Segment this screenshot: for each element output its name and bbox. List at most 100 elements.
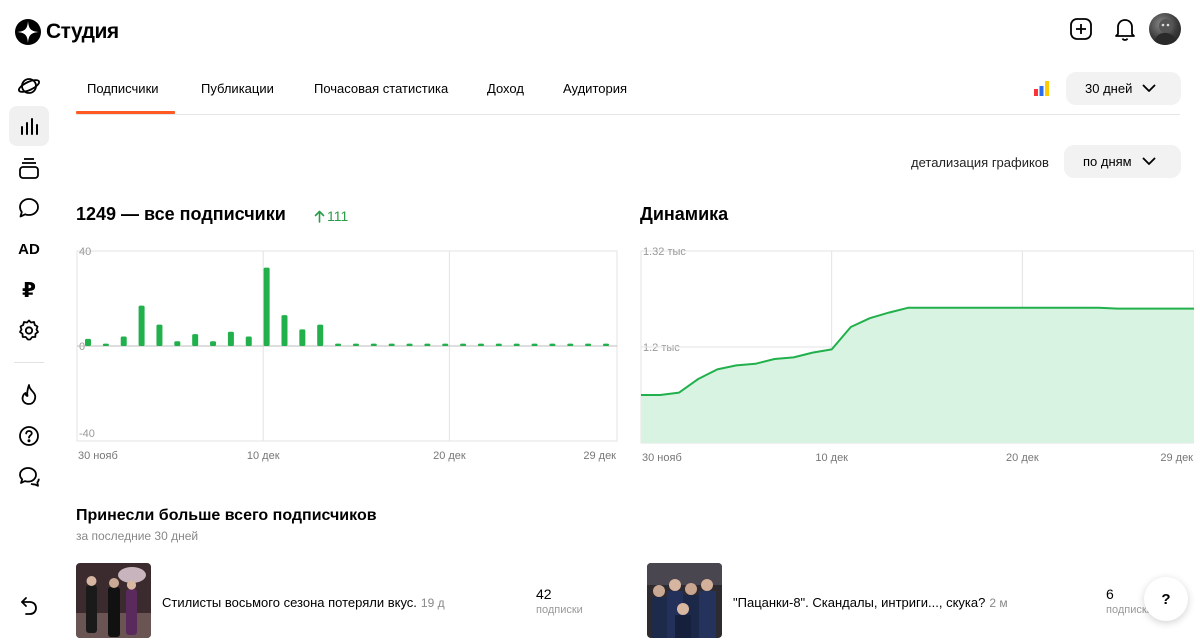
bar: [156, 324, 163, 346]
sidebar-item-publications[interactable]: [9, 148, 49, 188]
publication-title: "Пацанки-8". Скандалы, интриги..., скука…: [733, 595, 986, 610]
area-fill: [641, 307, 1194, 443]
bar: [370, 343, 377, 346]
notifications-button[interactable]: [1110, 14, 1140, 44]
publication-title: Стилисты восьмого сезона потеряли вкус.: [162, 595, 417, 610]
top-publications-subtitle: за последние 30 дней: [76, 529, 199, 543]
tab-audience[interactable]: Аудитория: [563, 81, 627, 96]
sidebar-item-comments[interactable]: [9, 188, 49, 228]
subscribers-chart-title: 1249 — все подписчики: [76, 204, 286, 224]
detail-select-value: по дням: [1083, 154, 1132, 169]
bar: [460, 343, 467, 346]
bar: [388, 343, 395, 346]
studio-logo[interactable]: Студия: [14, 18, 119, 46]
help-button[interactable]: ?: [1144, 577, 1188, 621]
sidebar-item-settings[interactable]: [9, 310, 49, 350]
bar: [192, 334, 199, 346]
bar: [102, 343, 109, 346]
tab-publications[interactable]: Публикации: [201, 81, 274, 96]
dynamics-area-chart: 1.32 тыс1.2 тыс1.08 тыс30 нояб10 дек20 д…: [640, 246, 1194, 464]
active-tab-indicator: [76, 111, 175, 114]
publication-subscribers-label: подписки: [536, 604, 583, 616]
logo-text: Студия: [46, 20, 119, 43]
publication-subscribers-count: 42: [536, 586, 552, 602]
sidebar-item-popular[interactable]: [9, 375, 49, 415]
bar: [603, 343, 609, 346]
tab-subscribers[interactable]: Подписчики: [87, 81, 159, 96]
top-publications-title: Принесли больше всего подписчиков: [76, 507, 377, 524]
subscribers-bar-chart: 40 0 -40 30 нояб 10 дек 20 дек 29 дек: [76, 246, 618, 462]
add-icon: [1070, 18, 1092, 40]
publication-thumbnail[interactable]: [647, 563, 722, 638]
user-avatar[interactable]: [1149, 13, 1181, 45]
bar: [585, 343, 592, 346]
sidebar-item-back[interactable]: [9, 585, 49, 625]
ruble-label: ₽: [22, 279, 36, 302]
publication-age: 19 д: [420, 596, 445, 610]
sidebar-item-help[interactable]: [9, 416, 49, 456]
bar: [513, 343, 520, 346]
tab-hourly-stats[interactable]: Почасовая статистика: [314, 81, 448, 96]
help-button-label: ?: [1161, 590, 1171, 608]
bar: [406, 343, 413, 346]
bell-icon: [1115, 19, 1135, 41]
detail-select[interactable]: по дням: [1064, 145, 1181, 178]
subscribers-delta-value: 111: [327, 208, 349, 224]
y-tick-label: 1.2 тыс: [643, 342, 680, 354]
bar: [549, 343, 556, 346]
sidebar-item-chat[interactable]: [9, 456, 49, 496]
y-tick-label: -40: [79, 428, 95, 440]
y-tick-label: 0: [79, 341, 85, 353]
y-tick-label: 40: [79, 246, 91, 258]
sidebar-item-statistics[interactable]: [9, 106, 49, 146]
bar: [424, 343, 431, 346]
arrow-up-icon: [314, 210, 325, 223]
bar: [442, 343, 449, 346]
x-tick-label: 30 нояб: [78, 450, 118, 462]
sidebar-item-ad[interactable]: AD: [9, 229, 49, 269]
publication-thumbnail[interactable]: [76, 563, 151, 638]
bar: [120, 336, 127, 346]
bar: [263, 267, 270, 346]
bar: [352, 343, 359, 346]
bar: [531, 343, 538, 346]
bar: [138, 305, 145, 346]
chat-icon: [19, 467, 40, 487]
dynamics-chart-title: Динамика: [640, 204, 729, 224]
bar: [210, 341, 217, 346]
bar: [299, 329, 306, 346]
publications-icon: [19, 158, 39, 179]
settings-icon: [19, 319, 39, 341]
metrika-icon[interactable]: [1034, 80, 1050, 96]
chevron-down-icon: [1142, 84, 1156, 92]
publication-subscribers-count: 6: [1106, 586, 1114, 602]
planet-icon: [17, 78, 41, 94]
x-tick-label: 29 дек: [1160, 452, 1193, 464]
publication-image: [647, 563, 722, 638]
chevron-down-icon: [1142, 157, 1156, 165]
sidebar-item-main[interactable]: [9, 66, 49, 106]
publication-title-link[interactable]: "Пацанки-8". Скандалы, интриги..., скука…: [733, 595, 1008, 610]
x-tick-label: 10 дек: [815, 452, 848, 464]
bar: [245, 336, 252, 346]
statistics-icon: [21, 118, 38, 135]
bar: [85, 338, 91, 346]
avatar-image: [1153, 19, 1179, 45]
bar: [335, 343, 342, 346]
sidebar-divider: [14, 362, 44, 363]
comments-icon: [19, 198, 39, 218]
y-tick-label: 1.32 тыс: [643, 246, 686, 258]
sidebar-item-income[interactable]: ₽: [9, 270, 49, 310]
bar: [227, 331, 234, 346]
subscribers-delta: 111: [314, 208, 348, 224]
bar: [567, 343, 574, 346]
tab-income[interactable]: Доход: [487, 81, 524, 96]
logo-icon: [15, 19, 41, 45]
back-icon: [21, 597, 37, 615]
x-tick-label: 30 нояб: [642, 452, 682, 464]
add-button[interactable]: [1066, 14, 1096, 44]
publication-age: 2 м: [989, 596, 1008, 610]
publication-title-link[interactable]: Стилисты восьмого сезона потеряли вкус. 1…: [162, 595, 445, 610]
period-select[interactable]: 30 дней: [1066, 72, 1181, 105]
fire-icon: [21, 384, 37, 405]
